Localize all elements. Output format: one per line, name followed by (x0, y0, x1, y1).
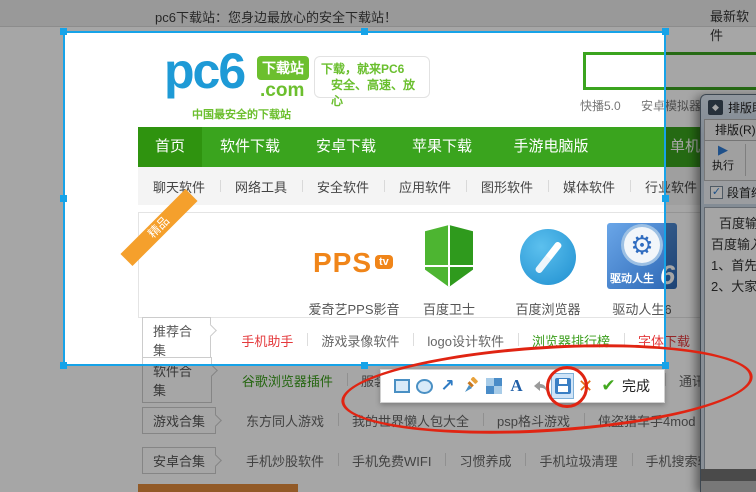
new-doc-icon: ▢ (750, 143, 756, 157)
selection-handle-ne[interactable] (662, 28, 669, 35)
new-button[interactable]: ▢ 新建 (750, 141, 756, 180)
window-toolbar: ▶ 执行 ▢ 新建 (704, 141, 756, 181)
selection-handle-nw[interactable] (60, 28, 67, 35)
collection-row-android: 安卓合集 手机炒股软件 手机免费WIFI 习惯养成 手机垃圾清理 手机搜索软件 (138, 442, 756, 478)
text-line: 百度输入 (711, 213, 756, 234)
tag-link[interactable]: 侠盗猎车手4mod (584, 411, 710, 430)
selection-handle-se[interactable] (662, 362, 669, 369)
browser-top-bar: pc6下载站：您身边最放心的安全下载站！ 最新软件 (0, 0, 756, 27)
collection-label[interactable]: 游戏合集 (142, 407, 216, 434)
browser-title: pc6下载站：您身边最放心的安全下载站！ (155, 7, 397, 26)
typesetting-assistant-window: ◆ 排版助手 排版(R) ▶ 执行 ▢ 新建 ✓ 段首缩进 百度输入 百度输入 … (700, 94, 756, 492)
text-line: 2、大家可 (711, 276, 756, 297)
confirm-button[interactable]: ✔ (597, 373, 620, 399)
cancel-x-icon: ✕ (578, 376, 593, 397)
checkmark-icon: ✔ (601, 376, 615, 396)
ad-banner-edge (138, 484, 298, 492)
tag-link[interactable]: psp格斗游戏 (483, 411, 584, 430)
topbar-link-latest-software[interactable]: 最新软件 (710, 6, 756, 44)
indent-option-row: ✓ 段首缩进 (704, 181, 756, 204)
tag-link[interactable]: 谷歌浏览器插件 (228, 371, 347, 390)
play-icon: ▶ (705, 143, 741, 157)
ellipse-tool-button[interactable] (413, 373, 436, 399)
screenshot-annotation-toolbar: ↗ A ✕ ✔ 完成 (380, 369, 665, 403)
window-diamond-icon: ◆ (708, 100, 723, 115)
collection-row-games: 游戏合集 东方同人游戏 我的世界懒人包大全 psp格斗游戏 侠盗猎车手4mod … (138, 402, 756, 438)
save-button[interactable] (551, 373, 574, 399)
text-icon: A (510, 376, 522, 396)
ellipse-icon (416, 379, 433, 394)
rectangle-icon (394, 379, 410, 393)
window-status-bar (701, 481, 756, 492)
selection-handle-e[interactable] (662, 195, 669, 202)
tag-link[interactable]: 东方同人游戏 (232, 411, 338, 430)
toolbar-separator (745, 144, 746, 176)
checkbox-checked-icon[interactable]: ✓ (710, 186, 723, 199)
capture-selection-region[interactable] (63, 31, 666, 366)
menu-item-typeset[interactable]: 排版(R) (705, 120, 756, 140)
tag-link[interactable]: 手机炒股软件 (232, 451, 338, 470)
undo-button[interactable] (528, 373, 551, 399)
arrow-tool-button[interactable]: ↗ (436, 373, 459, 399)
collection-label[interactable]: 安卓合集 (142, 447, 216, 474)
tag-link[interactable]: 我的世界懒人包大全 (338, 411, 483, 430)
undo-icon (531, 379, 548, 394)
selection-handle-n[interactable] (361, 28, 368, 35)
text-content-area[interactable]: 百度输入 百度输入 1、首先 2、大家可 (704, 207, 756, 492)
screen: pc6下载站：您身边最放心的安全下载站！ 最新软件 pc6 下载站 .com 中… (0, 0, 756, 492)
window-title: 排版助手 (728, 99, 756, 116)
brush-tool-button[interactable] (459, 373, 482, 399)
text-line: 百度输入 (711, 234, 756, 255)
tag-link[interactable]: 习惯养成 (445, 451, 525, 470)
window-menu-bar: 排版(R) (704, 119, 756, 141)
tag-link[interactable]: 手机垃圾清理 (525, 451, 631, 470)
mosaic-icon (486, 378, 502, 394)
cancel-button[interactable]: ✕ (574, 373, 597, 399)
mosaic-tool-button[interactable] (482, 373, 505, 399)
tag-link[interactable]: 手机免费WIFI (338, 451, 445, 470)
run-button[interactable]: ▶ 执行 (705, 141, 741, 180)
text-tool-button[interactable]: A (505, 373, 528, 399)
window-title-bar[interactable]: ◆ 排版助手 (701, 95, 756, 119)
window-bottom-strip (701, 469, 756, 481)
rectangle-tool-button[interactable] (390, 373, 413, 399)
arrow-icon: ↗ (440, 376, 454, 396)
brush-icon (462, 377, 480, 395)
checkbox-label: 段首缩进 (727, 184, 756, 201)
selection-handle-sw[interactable] (60, 362, 67, 369)
confirm-label[interactable]: 完成 (622, 376, 650, 396)
selection-handle-s[interactable] (361, 362, 368, 369)
text-line: 1、首先 (711, 255, 756, 276)
save-icon (555, 378, 571, 394)
selection-handle-w[interactable] (60, 195, 67, 202)
